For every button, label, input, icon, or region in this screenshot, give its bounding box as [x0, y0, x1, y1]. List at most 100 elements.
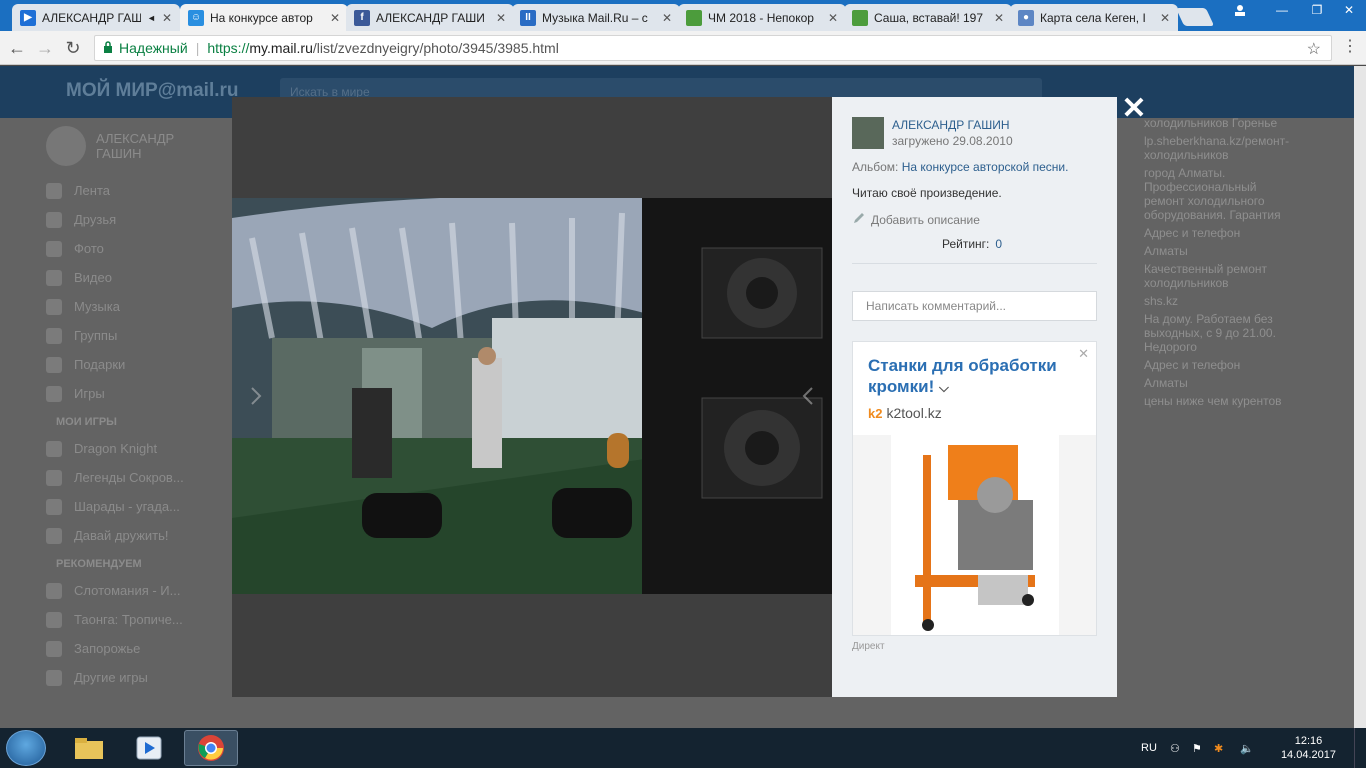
side-ad-text[interactable]: холодильников Горенье	[1144, 116, 1294, 130]
language-indicator[interactable]: RU	[1141, 728, 1157, 768]
network-tray-icon[interactable]: ⚇	[1170, 728, 1180, 768]
tab-close-icon[interactable]: ✕	[994, 11, 1004, 25]
concert-photo[interactable]	[232, 198, 832, 594]
browser-tab[interactable]: ● Карта села Кеген, I ✕	[1010, 4, 1178, 31]
side-ad-text[interactable]: Адрес и телефон	[1144, 226, 1294, 240]
page-scrollbar[interactable]	[1354, 66, 1366, 728]
ad-provider-label[interactable]: Директ	[852, 641, 885, 652]
right-ads-column: холодильников Горенье lp.sheberkhana.kz/р…	[1144, 116, 1294, 412]
maximize-button[interactable]: ❐	[1302, 0, 1332, 20]
tab-close-icon[interactable]: ✕	[1160, 11, 1170, 25]
recommended-item-label: Другие игры	[74, 670, 148, 685]
sidebar-item[interactable]: Фото	[46, 234, 216, 263]
sidebar-item[interactable]: Игры	[46, 379, 216, 408]
sidebar-item[interactable]: Лента	[46, 176, 216, 205]
separator: |	[195, 40, 200, 56]
url-path: /list/zvezdnyeigry/photo/3945/3985.html	[312, 40, 559, 56]
game-item[interactable]: Шарады - угада...	[46, 492, 216, 521]
recommended-item[interactable]: Другие игры	[46, 663, 216, 692]
bookmark-star-icon[interactable]: ☆	[1307, 39, 1321, 59]
show-desktop-button[interactable]	[1354, 728, 1366, 768]
side-ad-text[interactable]: Качественный ремонт холодильников	[1144, 262, 1294, 290]
tab-close-icon[interactable]: ✕	[496, 11, 506, 25]
close-viewer-icon[interactable]: ✕	[1120, 94, 1148, 124]
minimize-button[interactable]: —	[1262, 0, 1302, 20]
site-logo[interactable]: МОЙ МИР@mail.ru	[66, 80, 239, 102]
comment-input[interactable]: Написать комментарий...	[852, 291, 1097, 321]
ad-close-icon[interactable]: ✕	[1078, 346, 1089, 362]
browser-menu-icon[interactable]: ⋮	[1342, 39, 1358, 55]
new-tab-button[interactable]	[1175, 8, 1215, 26]
recommended-item[interactable]: Таонга: Тропиче...	[46, 605, 216, 634]
rating-label: Рейтинг:	[942, 237, 990, 251]
browser-tab[interactable]: ☺ На конкурсе автор ✕	[180, 4, 348, 31]
side-ad-text[interactable]: Адрес и телефон	[1144, 358, 1294, 372]
side-ad-text[interactable]: lp.sheberkhana.kz/ремонт-холодильников	[1144, 134, 1294, 162]
chrome-icon[interactable]	[184, 730, 238, 766]
rating-value[interactable]: 0	[995, 237, 1002, 251]
sidebar-item[interactable]: Друзья	[46, 205, 216, 234]
system-clock[interactable]: 12:16 14.04.2017	[1281, 734, 1336, 762]
add-description-button[interactable]: Добавить описание	[852, 211, 980, 228]
url-scheme: https://	[207, 40, 250, 56]
tab-close-icon[interactable]: ✕	[662, 11, 672, 25]
sidebar-item[interactable]: Музыка	[46, 292, 216, 321]
sidebar-item[interactable]: Подарки	[46, 350, 216, 379]
tab-close-icon[interactable]: ✕	[330, 11, 340, 25]
address-bar[interactable]: Надежный | https://my.mail.ru/list/zvezd…	[94, 35, 1332, 61]
avast-tray-icon[interactable]: ✱	[1214, 728, 1223, 768]
browser-tab[interactable]: ЧМ 2018 - Непокор ✕	[678, 4, 846, 31]
game-item[interactable]: Давай дружить!	[46, 521, 216, 550]
audio-playing-icon[interactable]: ◄	[147, 13, 156, 23]
tab-title: АЛЕКСАНДР ГАШ	[42, 10, 142, 25]
browser-tab[interactable]: f АЛЕКСАНДР ГАШИ ✕	[346, 4, 514, 31]
album-link[interactable]: На конкурсе авторской песни.	[902, 160, 1069, 174]
author-name[interactable]: АЛЕКСАНДР ГАШИН	[892, 118, 1010, 132]
browser-tab[interactable]: Саша, вставай! 197 ✕	[844, 4, 1012, 31]
recommended-item-icon	[46, 669, 62, 686]
sidebar-item-label: Подарки	[74, 357, 126, 372]
tab-close-icon[interactable]: ✕	[828, 11, 838, 25]
close-window-button[interactable]: ✕	[1332, 0, 1366, 20]
sidebar-item-label: Музыка	[74, 299, 120, 314]
profile-name[interactable]: АЛЕКСАНДР ГАШИН	[96, 131, 196, 161]
back-icon[interactable]: ←	[6, 37, 28, 59]
ad-title[interactable]: Станки для обработки кромки! ⌵	[868, 355, 1083, 398]
side-ad-text[interactable]: город Алматы. Профессиональный ремонт хо…	[1144, 166, 1294, 222]
flag-tray-icon[interactable]: ⚑	[1192, 728, 1202, 768]
tab-title: Карта села Кеген, I	[1040, 10, 1146, 25]
ad-block[interactable]: Станки для обработки кромки! ⌵ ✕ k2 k2too…	[852, 341, 1097, 636]
explorer-icon[interactable]	[62, 730, 116, 766]
side-ad-text[interactable]: цены ниже чем курентов	[1144, 394, 1294, 408]
recommended-item-icon	[46, 582, 62, 599]
side-ad-text[interactable]: Алматы	[1144, 244, 1294, 258]
recommended-item[interactable]: Запорожье	[46, 634, 216, 663]
recommended-item[interactable]: Слотомания - И...	[46, 576, 216, 605]
profile-avatar[interactable]	[46, 126, 86, 166]
tab-favicon-icon: II	[520, 9, 536, 26]
ad-domain[interactable]: k2 k2tool.kz	[868, 405, 942, 421]
side-ad-text[interactable]: На дому. Работаем без выходных, с 9 до 2…	[1144, 312, 1294, 354]
forward-icon[interactable]: →	[34, 37, 56, 59]
game-item-icon	[46, 527, 62, 544]
start-button[interactable]	[6, 730, 46, 766]
photo-info-panel: АЛЕКСАНДР ГАШИН загружено 29.08.2010 Аль…	[832, 97, 1117, 697]
user-icon[interactable]	[1220, 0, 1260, 20]
author-avatar[interactable]	[852, 117, 884, 149]
volume-tray-icon[interactable]: 🔈	[1240, 728, 1254, 768]
browser-tab[interactable]: ▶ АЛЕКСАНДР ГАШ ◄ ✕	[12, 4, 180, 31]
ad-machine-image[interactable]	[853, 435, 1096, 635]
browser-tab[interactable]: II Музыка Mail.Ru – с ✕	[512, 4, 680, 31]
game-item[interactable]: Легенды Сокров...	[46, 463, 216, 492]
tab-close-icon[interactable]: ✕	[162, 11, 172, 25]
recommended-item-icon	[46, 611, 62, 628]
side-ad-text[interactable]: Алматы	[1144, 376, 1294, 390]
chevron-down-icon[interactable]: ⌵	[939, 380, 949, 395]
game-item[interactable]: Dragon Knight	[46, 434, 216, 463]
media-player-icon[interactable]	[122, 730, 176, 766]
lock-icon	[103, 40, 113, 56]
side-ad-text[interactable]: shs.kz	[1144, 294, 1294, 308]
sidebar-item[interactable]: Видео	[46, 263, 216, 292]
reload-icon[interactable]: ↻	[62, 37, 84, 59]
sidebar-item[interactable]: Группы	[46, 321, 216, 350]
